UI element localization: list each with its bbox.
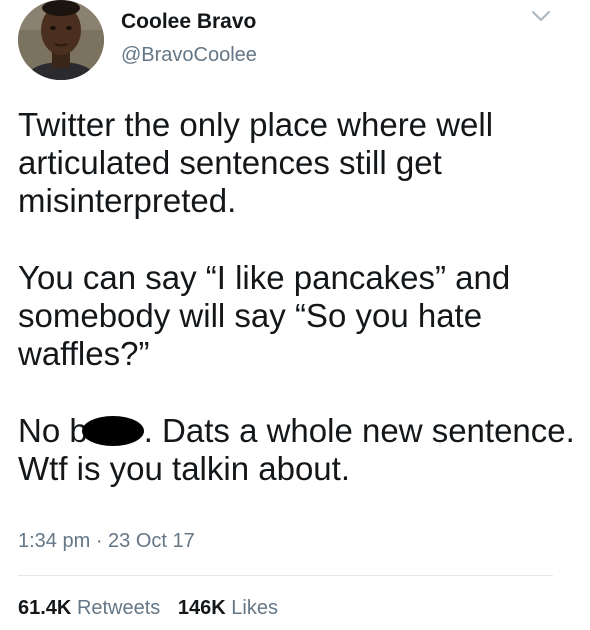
likes-count: 146K xyxy=(177,597,226,619)
chevron-down-icon[interactable] xyxy=(530,8,552,24)
tweet-text: Twitter the only place where well articu… xyxy=(18,106,578,488)
tweet-card: Coolee Bravo @BravoCoolee Twitter the on… xyxy=(0,0,590,630)
avatar-photo-icon xyxy=(18,0,104,80)
retweets-stat[interactable]: 61.4K Retweets xyxy=(18,597,160,619)
avatar[interactable] xyxy=(18,0,104,80)
retweets-label: Retweets xyxy=(76,597,161,619)
divider xyxy=(18,575,553,576)
redaction-mark xyxy=(81,416,144,446)
tweet-paragraph: You can say “I like pancakes” and somebo… xyxy=(18,259,511,372)
tweet-paragraph: Twitter the only place where well articu… xyxy=(18,106,494,219)
tweet-text-segment: No b xyxy=(18,412,88,449)
display-name[interactable]: Coolee Bravo xyxy=(121,10,256,34)
tweet-stats: 61.4K Retweets 146K Likes xyxy=(18,597,278,620)
likes-stat[interactable]: 146K Likes xyxy=(178,597,278,619)
retweets-count: 61.4K xyxy=(18,597,72,619)
user-handle[interactable]: @BravoCoolee xyxy=(121,44,257,67)
likes-label: Likes xyxy=(231,597,278,619)
tweet-paragraph: No b. Dats a whole new sentence. Wtf is … xyxy=(18,412,578,488)
tweet-timestamp[interactable]: 1:34 pm · 23 Oct 17 xyxy=(18,530,195,553)
